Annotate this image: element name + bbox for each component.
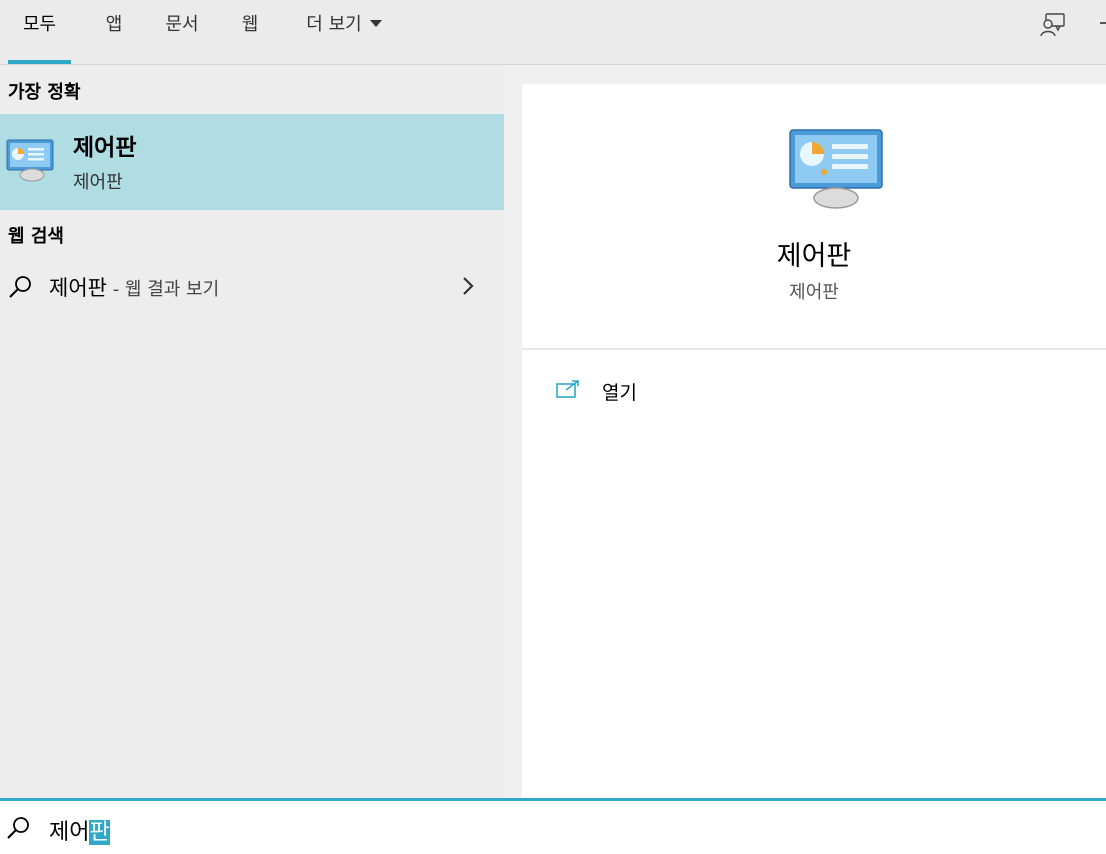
best-match-subtitle: 제어판 [73, 172, 123, 193]
web-search-heading: 웹 검색 [8, 226, 64, 247]
chevron-right-icon[interactable] [458, 275, 478, 297]
search-bar[interactable]: 제어판 [0, 798, 1106, 854]
tab-all[interactable]: 모두 [8, 0, 71, 64]
tab-web[interactable]: 웹 [230, 0, 270, 64]
control-panel-icon [6, 139, 54, 182]
search-icon [7, 817, 29, 839]
preview-title: 제어판 [776, 241, 852, 272]
tab-documents[interactable]: 문서 [156, 0, 208, 64]
results-pane: 가장 정확 제어판 제어판 웹 검색 제어판 - 웹 결과 보기 [0, 65, 504, 798]
tab-all-label: 모두 [22, 14, 57, 35]
open-external-icon [556, 380, 579, 398]
tab-web-label: 웹 [241, 14, 259, 35]
tab-apps[interactable]: 앱 [94, 0, 134, 64]
web-search-query: 제어판 [49, 276, 107, 300]
search-input[interactable]: 제어판 [49, 814, 110, 846]
tab-more-label: 더 보기 [306, 14, 362, 35]
tab-apps-label: 앱 [105, 14, 123, 35]
web-search-result[interactable]: 제어판 - 웹 결과 보기 [0, 264, 504, 312]
overflow-menu-icon[interactable] [1100, 22, 1106, 24]
filter-tabbar: 모두 앱 문서 웹 더 보기 [0, 0, 1106, 65]
search-text-normal: 제어 [49, 820, 90, 845]
caret-down-icon [369, 20, 382, 27]
best-match-title: 제어판 [73, 135, 137, 161]
tab-documents-label: 문서 [165, 14, 199, 35]
preview-subtitle: 제어판 [789, 282, 839, 303]
best-match-item[interactable]: 제어판 제어판 [0, 114, 504, 210]
search-icon [9, 276, 31, 298]
open-button[interactable]: 열기 [556, 376, 756, 408]
control-panel-large-icon [789, 129, 883, 209]
preview-divider [522, 348, 1106, 350]
web-search-text: 제어판 - 웹 결과 보기 [49, 272, 219, 302]
tab-more[interactable]: 더 보기 [294, 0, 394, 64]
open-label: 열기 [602, 382, 637, 404]
preview-pane: 제어판 제어판 열기 [522, 84, 1106, 798]
web-search-suffix: - 웹 결과 보기 [106, 279, 220, 300]
search-text-selected: 판 [89, 820, 110, 845]
feedback-icon[interactable] [1038, 10, 1068, 40]
best-match-heading: 가장 정확 [8, 82, 81, 103]
